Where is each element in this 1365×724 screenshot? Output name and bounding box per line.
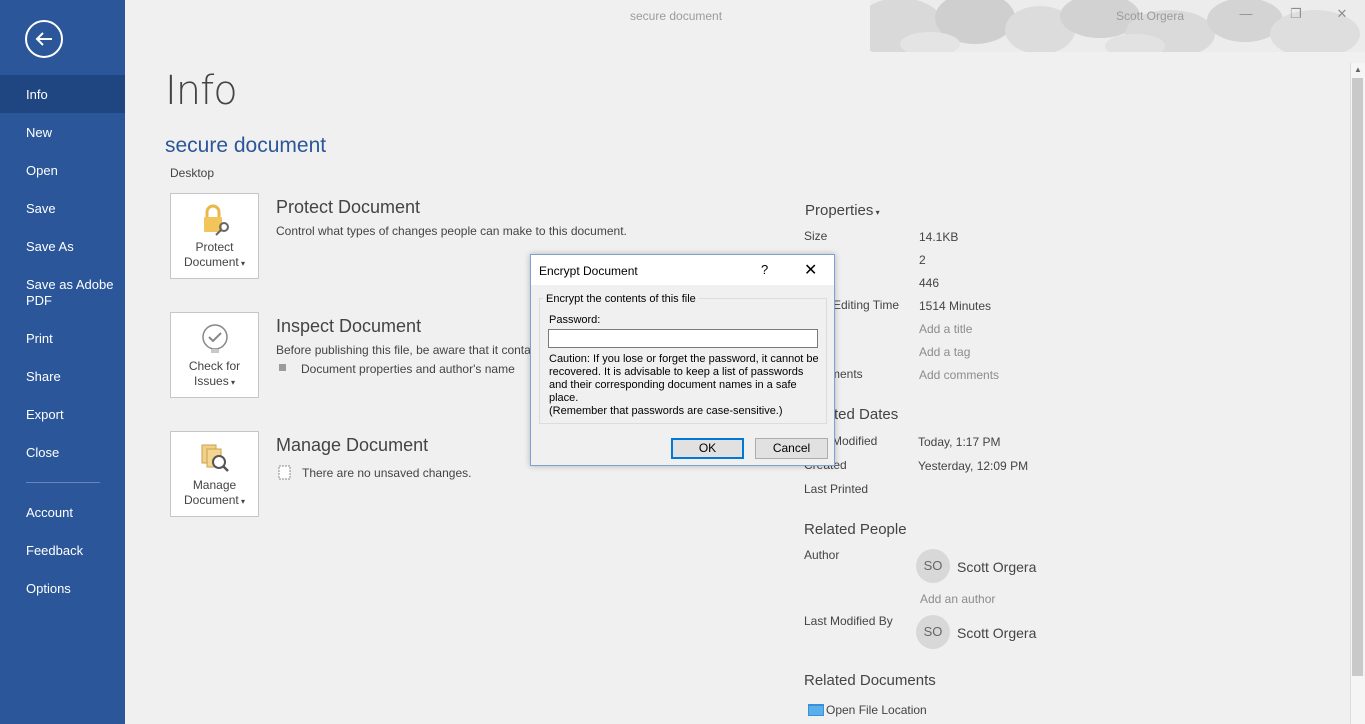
open-file-location-link[interactable]: Open File Location: [826, 703, 927, 717]
properties-heading-text: Properties: [805, 202, 874, 219]
inspect-document-desc: Before publishing this file, be aware th…: [276, 343, 531, 357]
related-people-heading: Related People: [804, 521, 907, 538]
window-title: secure document: [630, 9, 723, 23]
document-name: secure document: [165, 134, 327, 157]
scrollbar-thumb[interactable]: [1352, 78, 1363, 676]
check-line2-text: Issues: [194, 374, 229, 388]
prop-value-size: 14.1KB: [919, 230, 959, 244]
manage-document-button[interactable]: Manage Document ▾: [170, 431, 259, 517]
prop-label-editing-time: Editing Time: [833, 298, 900, 312]
encrypt-document-dialog: Encrypt Document ? ✕ Encrypt the content…: [530, 254, 835, 466]
inspect-bullet-text: Document properties and author's name: [301, 362, 515, 376]
check-line1: Check for: [188, 359, 241, 373]
sidebar-item-open[interactable]: Open: [0, 163, 125, 179]
sidebar-item-export[interactable]: Export: [0, 407, 125, 423]
minimize-icon[interactable]: —: [1236, 6, 1256, 21]
manage-line2: Document ▾: [171, 493, 258, 509]
prop-label-size: Size: [804, 229, 828, 243]
manage-document-desc: There are no unsaved changes.: [302, 466, 472, 480]
sidebar-item-print[interactable]: Print: [0, 331, 125, 347]
bullet-icon: [279, 364, 286, 371]
sidebar-divider: [26, 482, 100, 483]
author-name[interactable]: Scott Orgera: [957, 559, 1036, 575]
document-location[interactable]: Desktop: [170, 166, 214, 180]
sidebar-item-options[interactable]: Options: [0, 581, 125, 597]
prop-value-editing-time: 1514 Minutes: [919, 299, 992, 313]
date-label-last-printed: Last Printed: [804, 482, 869, 496]
help-icon[interactable]: ?: [761, 262, 768, 277]
password-input[interactable]: [548, 329, 818, 348]
document-icon: [278, 465, 291, 480]
sidebar-item-close[interactable]: Close: [0, 445, 125, 461]
sidebar-item-info[interactable]: Info: [0, 75, 125, 113]
add-tag-field[interactable]: Add a tag: [919, 345, 970, 359]
sidebar-item-save-as-pdf[interactable]: Save as Adobe PDF: [0, 277, 115, 309]
sidebar-item-new[interactable]: New: [0, 125, 125, 141]
check-for-issues-button[interactable]: Check for Issues ▾: [170, 312, 259, 398]
check-line2: Issues ▾: [171, 374, 258, 390]
add-author-field[interactable]: Add an author: [920, 592, 995, 606]
protect-document-button[interactable]: Protect Document ▾: [170, 193, 259, 279]
protect-document-desc: Control what types of changes people can…: [276, 224, 627, 238]
protect-document-title: Protect Document: [276, 197, 421, 217]
prop-value-pages: 2: [919, 253, 926, 267]
dropdown-caret-icon: ▾: [238, 259, 245, 268]
dropdown-caret-icon: ▾: [238, 497, 245, 506]
inspect-document-title: Inspect Document: [276, 316, 422, 336]
restore-icon[interactable]: ❐: [1286, 6, 1306, 22]
close-icon[interactable]: ✕: [1332, 6, 1352, 22]
author-avatar[interactable]: SO: [916, 549, 950, 583]
properties-heading[interactable]: Properties ▾: [805, 202, 880, 219]
groupbox-title: Encrypt the contents of this file: [543, 293, 699, 305]
manage-line2-text: Document: [184, 493, 239, 507]
author-label: Author: [804, 548, 840, 562]
sidebar-item-feedback[interactable]: Feedback: [0, 543, 125, 559]
manage-line1: Manage: [192, 478, 237, 492]
caution-message: Caution: If you lose or forget the passw…: [549, 353, 819, 404]
checklist-icon: [201, 324, 228, 353]
back-button[interactable]: [25, 20, 63, 58]
account-user-name[interactable]: Scott Orgera: [1116, 9, 1184, 23]
date-value-created: Yesterday, 12:09 PM: [918, 459, 1029, 473]
ok-button[interactable]: OK: [671, 438, 744, 459]
dropdown-caret-icon: ▾: [873, 208, 880, 217]
sidebar-item-save[interactable]: Save: [0, 201, 125, 217]
cancel-button[interactable]: Cancel: [755, 438, 828, 459]
page-title: Info: [165, 68, 238, 114]
date-value-modified: Today, 1:17 PM: [918, 435, 1001, 449]
add-title-field[interactable]: Add a title: [919, 322, 972, 336]
back-arrow-icon: [35, 32, 52, 46]
manage-document-title: Manage Document: [276, 435, 429, 455]
dialog-title: Encrypt Document: [539, 264, 638, 278]
last-modified-by-label: Last Modified By: [804, 614, 893, 628]
caution-text: Caution: If you lose or forget the passw…: [549, 353, 819, 418]
sidebar-item-account[interactable]: Account: [0, 505, 125, 521]
sidebar-item-share[interactable]: Share: [0, 369, 125, 385]
modified-by-name[interactable]: Scott Orgera: [957, 625, 1036, 641]
backstage-sidebar: Info New Open Save Save As Save as Adobe…: [0, 0, 125, 724]
password-label: Password:: [549, 314, 601, 326]
protect-line2-text: Document: [184, 255, 239, 269]
modified-by-avatar[interactable]: SO: [916, 615, 950, 649]
case-sensitive-note: (Remember that passwords are case-sensit…: [549, 405, 783, 417]
dialog-close-icon[interactable]: ✕: [804, 260, 817, 280]
scroll-up-arrow-icon[interactable]: ▲: [1352, 64, 1364, 76]
sidebar-item-save-as[interactable]: Save As: [0, 239, 125, 255]
title-bar: secure document Scott Orgera — ❐ ✕: [125, 0, 1365, 52]
protect-line2: Document ▾: [171, 255, 258, 271]
related-documents-heading: Related Documents: [804, 672, 936, 689]
prop-value-words: 446: [919, 276, 940, 290]
dialog-title-bar: Encrypt Document ? ✕: [531, 255, 834, 285]
lock-key-icon: [203, 204, 229, 236]
protect-line1: Protect: [195, 240, 234, 254]
dropdown-caret-icon: ▾: [228, 378, 235, 387]
related-dates-heading: ted Dates: [834, 406, 899, 423]
add-comments-field[interactable]: Add comments: [919, 368, 999, 382]
date-label-modified: Modified: [832, 434, 878, 448]
manage-document-icon: [201, 444, 229, 472]
folder-icon: [808, 704, 824, 716]
